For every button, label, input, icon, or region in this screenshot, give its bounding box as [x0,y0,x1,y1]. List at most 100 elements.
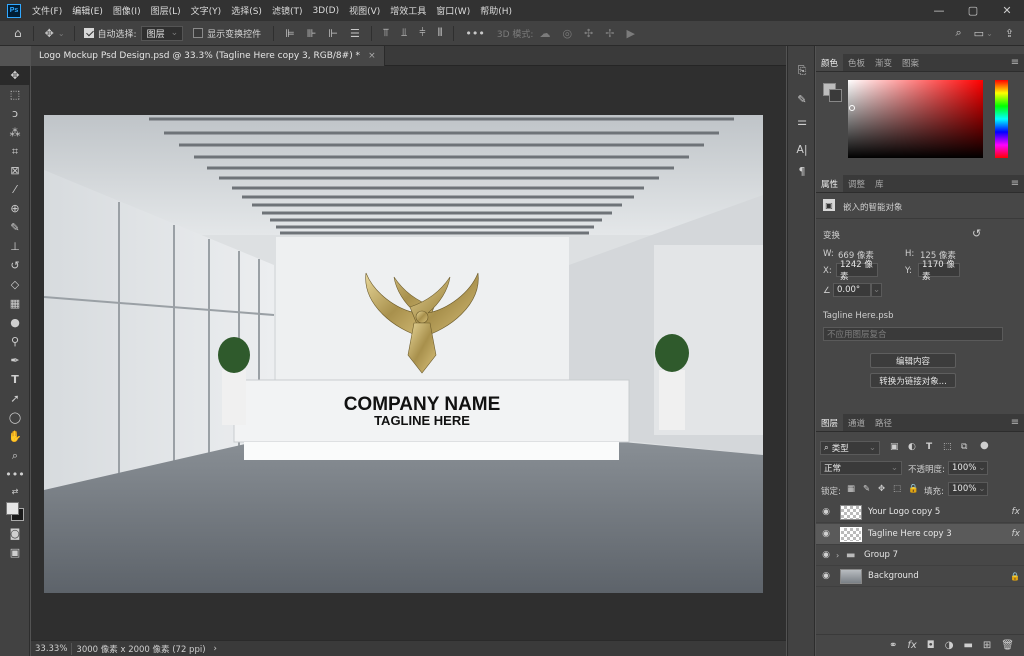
hue-slider[interactable] [995,80,1008,158]
layer-row[interactable]: ◉ › ▬ Group 7 [816,545,1024,566]
healing-brush-tool-icon[interactable]: ⊕ [0,199,30,218]
convert-to-linked-button[interactable]: 转换为链接对象... [870,373,956,388]
adjustments-icon[interactable]: ⚌ [788,110,816,132]
filter-shape-icon[interactable]: ⬚ [943,442,952,452]
brush-settings-icon[interactable]: ✎ [788,88,816,110]
more-tools-icon[interactable]: ••• [0,465,30,484]
tab-libraries[interactable]: 库 [870,175,889,192]
lock-transparent-icon[interactable]: ▦ [847,484,855,494]
auto-select-dropdown[interactable]: 图层 ⌄ [140,25,184,41]
magic-wand-tool-icon[interactable]: ⁂ [0,123,30,142]
angle-field[interactable]: 0.00° [833,283,871,297]
chevron-right-icon[interactable]: › [836,551,846,560]
menu-plugins[interactable]: 增效工具 [385,4,431,17]
zoom-tool-icon[interactable]: ⌕ [0,446,30,465]
layer-fx-icon[interactable]: fx [1012,529,1021,539]
new-layer-icon[interactable]: ⊞ [983,640,991,651]
workspace-icon[interactable]: ▭ [974,27,984,40]
maximize-button[interactable]: ▢ [956,0,990,21]
layer-filter-dropdown[interactable]: ⌕ 类型 ⌄ [820,441,880,455]
add-style-icon[interactable]: fx [907,640,916,651]
menu-3d[interactable]: 3D(D) [307,6,344,16]
crop-tool-icon[interactable]: ⌗ [0,142,30,161]
tab-gradients[interactable]: 渐变 [870,54,897,71]
distribute-icon[interactable]: ☰ [350,27,360,40]
brush-tool-icon[interactable]: ✎ [0,218,30,237]
y-position-field[interactable]: 1170 像素 [918,260,960,282]
quick-mask-icon[interactable]: ◙ [0,524,30,543]
canvas[interactable]: COMPANY NAME TAGLINE HERE [44,115,763,593]
lasso-tool-icon[interactable]: ↄ [0,104,30,123]
foreground-color-swatch[interactable] [6,502,19,515]
color-picker-cursor[interactable] [849,105,855,111]
align-center-icon[interactable]: ⊪ [307,27,317,40]
panel-menu-icon[interactable]: ≡ [1006,414,1024,431]
filter-smart-object-icon[interactable]: ⧉ [961,442,967,452]
swap-colors-icon[interactable]: ⇄ [0,484,30,498]
tab-properties[interactable]: 属性 [816,175,844,192]
move-tool-icon[interactable]: ✥ [0,66,30,85]
menu-help[interactable]: 帮助(H) [475,4,517,17]
path-selection-tool-icon[interactable]: ➚ [0,389,30,408]
search-icon[interactable]: ⌕ [956,26,962,40]
menu-type[interactable]: 文字(Y) [186,4,227,17]
eyedropper-tool-icon[interactable]: ⁄ [0,180,30,199]
share-icon[interactable]: ⇪ [1005,27,1014,40]
tab-color[interactable]: 颜色 [816,54,844,71]
type-tool-icon[interactable]: T [0,370,30,389]
eraser-tool-icon[interactable]: ◇ [0,275,30,294]
move-tool-icon[interactable]: ✥ [45,27,54,40]
auto-select-checkbox[interactable] [83,28,94,38]
filter-pixel-icon[interactable]: ▣ [890,442,899,452]
minimize-button[interactable]: — [922,0,956,21]
dodge-tool-icon[interactable]: ⚲ [0,332,30,351]
tab-channels[interactable]: 通道 [843,414,870,431]
orbit-3d-icon[interactable]: ☁ [539,27,550,40]
layer-comp-dropdown[interactable]: 不应用图层复合 [823,327,1003,341]
filter-type-icon[interactable]: T [926,442,932,452]
filter-toggle-icon[interactable]: ● [980,440,989,451]
menu-filter[interactable]: 滤镜(T) [267,4,308,17]
panel-menu-icon[interactable]: ≡ [1006,175,1024,192]
screen-mode-icon[interactable]: ▣ [0,543,30,562]
reset-transform-icon[interactable]: ↺ [972,227,981,240]
menu-select[interactable]: 选择(S) [226,4,267,17]
edit-contents-button[interactable]: 编辑内容 [870,353,956,368]
menu-window[interactable]: 窗口(W) [431,4,475,17]
drag-3d-icon[interactable]: ✣ [584,27,593,40]
layer-row[interactable]: ◉ Background 🔒 [816,566,1024,587]
new-group-icon[interactable]: ▬ [963,640,972,651]
lock-artboard-icon[interactable]: ⬚ [893,484,901,494]
tab-adjustments[interactable]: 调整 [843,175,870,192]
ellipse-tool-icon[interactable]: ◯ [0,408,30,427]
delete-layer-icon[interactable]: 🗑 [1001,640,1014,651]
opacity-field[interactable]: 100% ⌄ [948,461,988,475]
visibility-eye-icon[interactable]: ◉ [816,550,836,560]
document-tab[interactable]: Logo Mockup Psd Design.psd @ 33.3% (Tagl… [31,46,385,66]
history-panel-icon[interactable]: ⎘ [788,60,816,82]
chevron-down-icon[interactable]: ⌄ [58,29,65,38]
paragraph-panel-icon[interactable]: ¶ [788,160,816,182]
frame-tool-icon[interactable]: ⊠ [0,161,30,180]
color-swatches[interactable] [0,498,30,524]
close-tab-icon[interactable]: × [368,51,376,61]
roll-3d-icon[interactable]: ◎ [562,27,572,40]
layer-row[interactable]: ◉ Tagline Here copy 3 fx [816,524,1024,545]
tab-patterns[interactable]: 图案 [897,54,924,71]
background-color-swatch[interactable] [829,89,842,102]
hand-tool-icon[interactable]: ✋ [0,427,30,446]
visibility-eye-icon[interactable]: ◉ [816,571,836,581]
x-position-field[interactable]: 1242 像素 [836,260,878,282]
menu-edit[interactable]: 编辑(E) [67,4,108,17]
fill-field[interactable]: 100% ⌄ [948,482,988,496]
tab-layers[interactable]: 图层 [816,414,844,431]
blend-mode-dropdown[interactable]: 正常 ⌄ [820,461,902,475]
layer-row[interactable]: ◉ Your Logo copy 5 fx [816,502,1024,523]
lock-position-icon[interactable]: ✥ [878,484,885,494]
history-brush-tool-icon[interactable]: ↺ [0,256,30,275]
close-button[interactable]: ✕ [990,0,1024,21]
pen-tool-icon[interactable]: ✒ [0,351,30,370]
gradient-tool-icon[interactable]: ▦ [0,294,30,313]
color-picker-field[interactable] [848,80,983,158]
home-icon[interactable]: ⌂ [14,26,22,40]
